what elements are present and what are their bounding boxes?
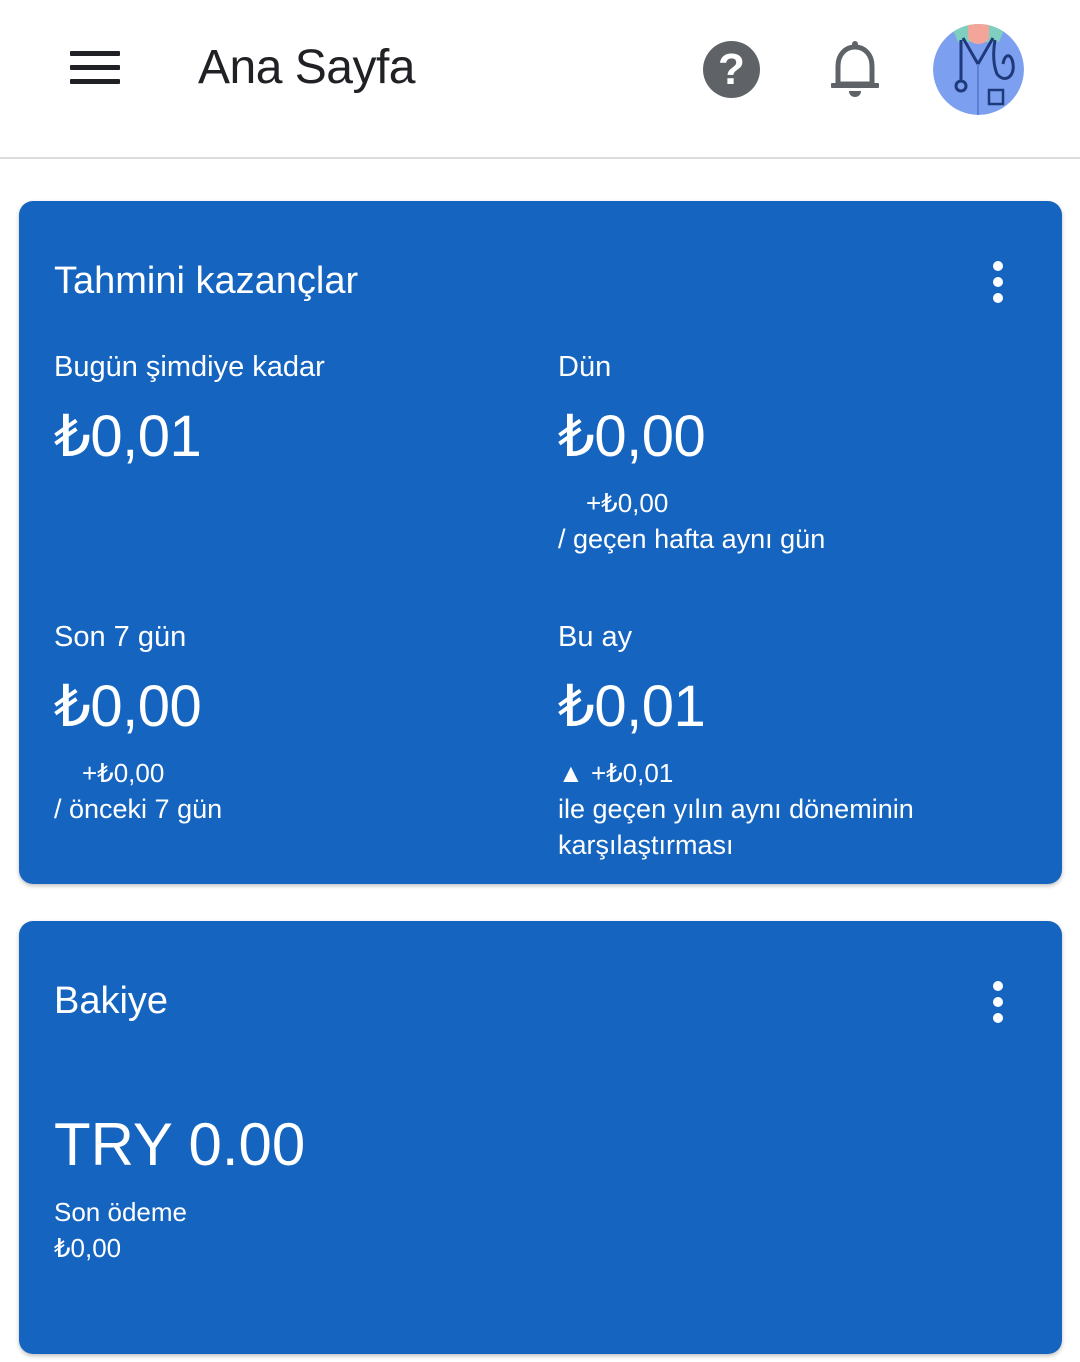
yesterday-label: Dün bbox=[558, 351, 612, 383]
last7-value: ₺0,00 bbox=[54, 674, 202, 739]
balance-value: TRY 0.00 bbox=[54, 1111, 306, 1178]
this-month-value: ₺0,01 bbox=[558, 674, 706, 739]
app-bar-divider bbox=[0, 157, 1080, 159]
last7-change: +₺0,00 bbox=[82, 758, 165, 788]
yesterday-value: ₺0,00 bbox=[558, 404, 706, 469]
last-payment-value: ₺0,00 bbox=[54, 1233, 122, 1263]
card-title: Bakiye bbox=[54, 980, 169, 1022]
app-bar: Ana Sayfa ? bbox=[0, 0, 1080, 158]
more-options-icon[interactable] bbox=[978, 972, 1018, 1032]
estimated-earnings-card: Tahmini kazançlar Bugün şimdiye kadar ₺0… bbox=[19, 201, 1062, 884]
last-payment-label: Son ödeme bbox=[54, 1197, 187, 1227]
this-month-compare-line1: ile geçen yılın aynı döneminin bbox=[558, 794, 914, 824]
today-label: Bugün şimdiye kadar bbox=[54, 351, 325, 383]
doctor-avatar[interactable] bbox=[933, 24, 1024, 115]
today-value: ₺0,01 bbox=[54, 404, 202, 469]
hamburger-menu-icon[interactable] bbox=[60, 44, 130, 94]
this-month-label: Bu ay bbox=[558, 621, 633, 653]
yesterday-compare: / geçen hafta aynı gün bbox=[558, 524, 826, 554]
last7-label: Son 7 gün bbox=[54, 621, 187, 653]
page-title: Ana Sayfa bbox=[198, 41, 415, 94]
this-month-compare-line2: karşılaştırması bbox=[558, 830, 734, 860]
help-icon[interactable]: ? bbox=[703, 41, 760, 98]
balance-card: Bakiye TRY 0.00 Son ödeme ₺0,00 bbox=[19, 921, 1062, 1354]
yesterday-change: +₺0,00 bbox=[586, 488, 669, 518]
this-month-change: ▲ +₺0,01 bbox=[558, 758, 674, 788]
more-options-icon[interactable] bbox=[978, 252, 1018, 312]
last7-compare: / önceki 7 gün bbox=[54, 794, 223, 824]
bell-icon[interactable] bbox=[826, 38, 884, 100]
card-title: Tahmini kazançlar bbox=[54, 260, 359, 302]
